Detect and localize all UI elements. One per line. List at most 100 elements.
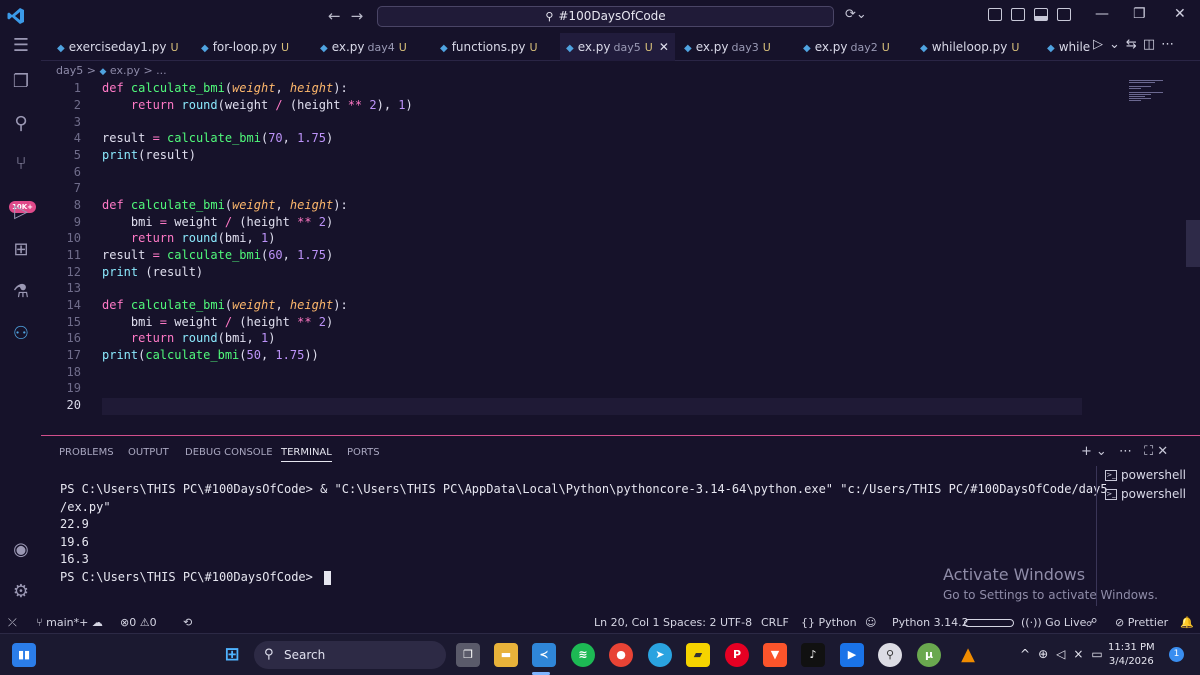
split-editor-icon[interactable]: ◫ [1143,37,1161,52]
back-arrow-icon[interactable]: ← [328,7,351,25]
notification-badge[interactable]: 1 [1169,647,1184,662]
breadcrumb[interactable]: day5 > ◆ ex.py > ... [56,64,167,77]
accounts-icon[interactable]: ☍ [1086,616,1097,629]
current-line-highlight [102,398,1082,415]
toggle-primary-sidebar-icon[interactable] [1011,8,1025,21]
tab-ex-day3[interactable]: ◆ ex.py day3 U [684,33,771,61]
tab-problems[interactable]: PROBLEMS [59,447,114,458]
file-explorer-icon[interactable]: ▬ [494,643,518,667]
terminal-instance-2[interactable]: >_ powershell [1105,485,1186,504]
tab-debug-console[interactable]: DEBUG CONSOLE [185,447,273,458]
terminal-prompt-line[interactable]: PS C:\Users\THIS PC\#100DaysOfCode> [60,570,332,585]
toggle-panel-icon[interactable] [1034,8,1048,21]
line-number: 2 [73,98,81,112]
utorrent-icon[interactable]: µ [917,643,941,667]
telegram-icon[interactable]: ➤ [648,643,672,667]
run-debug-icon[interactable]: ▷ [10,201,32,223]
minimize-icon[interactable]: — [1095,6,1109,22]
brave-icon[interactable]: ▼ [763,643,787,667]
remote-icon[interactable]: ⤫ [8,616,17,630]
tab-ex-day4[interactable]: ◆ ex.py day4 U [320,33,407,61]
editor-scrollbar[interactable] [1186,220,1200,267]
tab-exerciseday1[interactable]: ◆ exerciseday1.py U [57,33,179,61]
prettier-status[interactable]: ⊘ Prettier [1115,616,1168,629]
cursor-position[interactable]: Ln 20, Col 1 [594,616,660,629]
search-app-icon[interactable]: ⚲ [878,643,902,667]
minimap[interactable] [1129,80,1165,114]
indentation[interactable]: Spaces: 2 [663,616,716,629]
vscode-logo-icon[interactable] [6,6,26,26]
line-number: 8 [73,198,81,212]
tab-ex-day5[interactable]: ◆ ex.py day5 U ✕ [560,33,675,61]
run-icon[interactable]: ▷ [1093,37,1109,52]
copilot-icon[interactable]: ⟳⌄ [845,7,867,22]
account-icon[interactable]: ◉ [10,539,32,561]
tab-ports[interactable]: PORTS [347,447,380,458]
branch-indicator[interactable]: ⑂ main*+ ☁ [36,616,103,629]
source-control-icon[interactable]: ⑂ [10,153,32,175]
volume-icon[interactable]: ◁× [1056,647,1091,661]
end-of-line[interactable]: CRLF [761,616,789,629]
tray-chevron-icon[interactable]: ^ [1020,647,1038,661]
maximize-panel-icon[interactable]: ⛶ [1144,444,1157,459]
explorer-icon[interactable]: ❐ [10,71,32,93]
terminal-line: 16.3 [60,552,89,566]
clock[interactable]: 11:31 PM 3/4/2026 [1108,641,1155,669]
python-interpreter[interactable]: Python 3.14.2 [892,616,969,629]
toggle-secondary-sidebar-icon[interactable] [1057,8,1071,21]
tab-for-loop[interactable]: ◆ for-loop.py U [201,33,289,61]
python-file-icon: ◆ [1047,43,1055,54]
python-file-icon: ◆ [320,43,328,54]
close-panel-icon[interactable]: ✕ [1157,444,1172,459]
taskbar-search[interactable]: ⚲ Search [254,641,446,669]
command-center-search[interactable]: ⚲ #100DaysOfCode [377,6,834,27]
start-icon[interactable]: ⊞ [220,643,244,667]
code-editor[interactable]: 1 2 3 4 5 6 7 8 9 10 11 12 13 14 15 16 17 18 19 20 def calc… [41,80,1200,435]
warning-icon: ⚠ [139,616,150,629]
tab-terminal[interactable]: TERMINAL [281,447,332,462]
tab-while-truncated[interactable]: ◆ while [1047,33,1091,61]
sticky-notes-icon[interactable]: ▰ [686,643,710,667]
vscode-taskbar-icon[interactable]: ≺ [532,643,556,667]
new-terminal-icon[interactable]: +⌄ [1081,444,1111,459]
language-mode[interactable]: {} Python [801,616,857,629]
more-icon[interactable]: ⋯ [1119,444,1136,459]
notifications-bell-icon[interactable]: 🔔 [1180,616,1194,629]
restore-icon[interactable]: ❐ [1133,6,1146,22]
go-live-button[interactable]: ((·)) Go Live [1021,616,1086,629]
terminal-instance-1[interactable]: >_ powershell [1105,466,1186,485]
line-number: 10 [66,231,81,245]
chrome-icon[interactable]: ● [609,643,633,667]
forward-arrow-icon[interactable]: → [351,7,374,25]
settings-gear-icon[interactable]: ⚙ [10,581,32,603]
menu-icon[interactable]: ☰ [10,35,32,57]
close-tab-icon[interactable]: ✕ [659,40,669,54]
tab-functions[interactable]: ◆ functions.py U [440,33,538,61]
tab-ex-day2[interactable]: ◆ ex.py day2 U [803,33,890,61]
toggle-icon[interactable] [964,619,1014,627]
encoding[interactable]: UTF-8 [720,616,752,629]
close-window-icon[interactable]: ✕ [1174,6,1186,22]
testing-icon[interactable]: ⚗ [10,281,32,303]
extensions-icon[interactable]: ⊞ [10,239,32,261]
copilot-status-icon[interactable]: ☺ [865,616,876,629]
tab-output[interactable]: OUTPUT [128,447,169,458]
search-icon[interactable]: ⚲ [10,113,32,135]
language-icon[interactable]: ⊕ [1038,647,1056,661]
more-actions-icon[interactable]: ⋯ [1161,37,1180,52]
run-dropdown-icon[interactable]: ⌄ [1109,37,1126,52]
vlc-icon[interactable]: ▲ [956,643,980,667]
widgets-icon[interactable]: ▮▮ [12,643,36,667]
tab-whileloop[interactable]: ◆ whileloop.py U [920,33,1019,61]
play-store-icon[interactable]: ▶ [840,643,864,667]
customize-layout-icon[interactable] [988,8,1002,21]
history-icon[interactable]: ⟲ [183,616,192,629]
nav-arrows[interactable]: ←→ [328,7,373,25]
python-icon[interactable]: ⚇ [10,323,32,345]
tiktok-icon[interactable]: ♪ [801,643,825,667]
problems-indicator[interactable]: ⊗0 ⚠0 [120,616,157,629]
pinterest-icon[interactable]: P [725,643,749,667]
task-view-icon[interactable]: ❐ [456,643,480,667]
spotify-icon[interactable]: ≋ [571,643,595,667]
compare-icon[interactable]: ⇆ [1126,37,1143,52]
